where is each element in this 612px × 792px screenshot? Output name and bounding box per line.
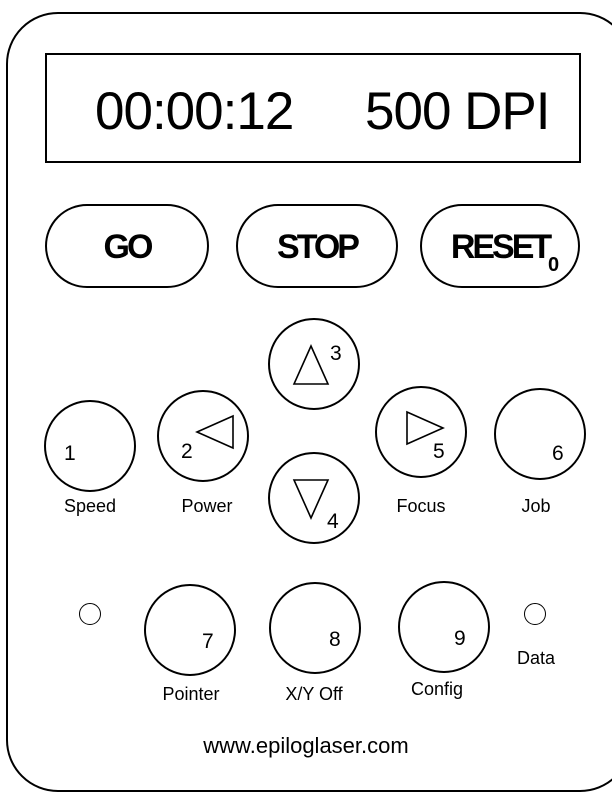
caption-data: Data: [516, 648, 556, 668]
key-8[interactable]: 8: [269, 582, 361, 674]
arrow-down-icon: [292, 479, 330, 520]
go-label: GO: [103, 228, 154, 266]
key-7[interactable]: 7: [144, 584, 236, 676]
caption-config: Config: [410, 679, 464, 699]
caption-job: Job: [521, 496, 551, 516]
stop-button[interactable]: STOP: [236, 204, 398, 288]
key-6[interactable]: 6: [494, 388, 586, 480]
caption-xy-off: X/Y Off: [285, 684, 343, 704]
key-5-right[interactable]: 5: [375, 386, 467, 478]
arrow-up-icon: [292, 344, 330, 385]
key-2-left[interactable]: 2: [157, 390, 249, 482]
caption-focus: Focus: [396, 496, 446, 516]
pointer-led: [79, 603, 101, 625]
lcd-display: 00:00:12 500 DPI: [45, 53, 581, 163]
display-time: 00:00:12: [95, 82, 294, 141]
display-dpi: 500 DPI: [365, 82, 551, 141]
caption-speed: Speed: [63, 496, 117, 516]
go-button[interactable]: GO: [45, 204, 209, 288]
key-9-digit: 9: [454, 627, 466, 650]
key-1-digit: 1: [64, 442, 76, 465]
key-4-digit: 4: [327, 510, 339, 533]
arrow-left-icon: [195, 414, 234, 450]
key-4-down[interactable]: 4: [268, 452, 360, 544]
stop-label: STOP: [277, 228, 360, 266]
key-5-digit: 5: [433, 440, 445, 463]
caption-power: Power: [181, 496, 233, 516]
data-led: [524, 603, 546, 625]
reset-button[interactable]: RESET 0: [420, 204, 580, 288]
key-2-digit: 2: [181, 440, 193, 463]
key-1[interactable]: 1: [44, 400, 136, 492]
key-7-digit: 7: [202, 630, 214, 653]
caption-pointer: Pointer: [162, 684, 220, 704]
key-8-digit: 8: [329, 628, 341, 651]
key-3-up[interactable]: 3: [268, 318, 360, 410]
reset-digit: 0: [548, 254, 559, 276]
website-url: www.epiloglaser.com: [203, 733, 409, 758]
key-6-digit: 6: [552, 442, 564, 465]
key-3-digit: 3: [330, 342, 342, 365]
